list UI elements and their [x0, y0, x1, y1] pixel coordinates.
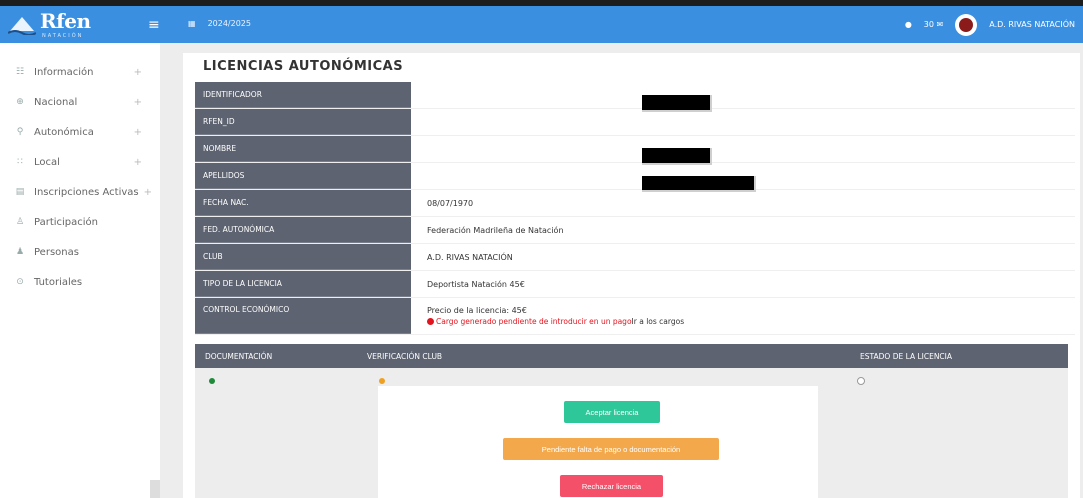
table-row: IDENTIFICADOR	[195, 82, 1075, 112]
fed-autonomica-value: Federación Madrileña de Natación	[427, 225, 564, 235]
brand[interactable]: Rfen NATACIÓN	[0, 6, 155, 43]
brand-subtitle: NATACIÓN	[42, 33, 84, 39]
rfen-id-value	[411, 109, 1075, 135]
row-label: CONTROL ECONÓMICO	[195, 298, 411, 334]
season-selector[interactable]: ▦ 2024/2025	[188, 19, 251, 28]
table-row: NOMBRE	[195, 136, 1075, 165]
apellidos-value	[411, 163, 1075, 192]
row-label: CLUB	[195, 244, 411, 270]
reject-license-button[interactable]: Rechazar licencia	[560, 475, 663, 497]
row-label: TIPO DE LA LICENCIA	[195, 271, 411, 297]
sidebar-item-label: Información	[34, 66, 94, 78]
row-label: APELLIDOS	[195, 163, 411, 189]
price-text: Precio de la licencia: 45€	[427, 306, 527, 315]
pin-icon: ∷	[17, 157, 23, 167]
fecha-nac-value: 08/07/1970	[427, 198, 474, 208]
sidebar-item-label: Nacional	[34, 96, 78, 108]
sidebar-item-label: Personas	[34, 246, 79, 258]
brand-name: Rfen	[40, 9, 91, 33]
top-navbar: Rfen NATACIÓN ≡ ▦ 2024/2025 ● 30 ✉ A.D. …	[0, 6, 1083, 43]
sidebar-item-participacion[interactable]: ♙ Participación	[0, 207, 160, 237]
charge-warning: Cargo generado pendiente de introducir e…	[427, 316, 684, 327]
calendar-icon: ▦	[188, 19, 196, 28]
pending-payment-button[interactable]: Pendiente falta de pago o documentación	[503, 438, 719, 460]
sidebar-item-label: Autonómica	[34, 126, 94, 138]
tipo-licencia-value: Deportista Natación 45€	[427, 279, 525, 289]
license-info-table: IDENTIFICADOR RFEN_ID NOMBRE APELLIDOS F…	[195, 82, 1075, 335]
user-name[interactable]: A.D. RIVAS NATACIÓN	[989, 20, 1075, 29]
expand-icon[interactable]: +	[134, 157, 142, 168]
bell-icon[interactable]: ●	[905, 20, 912, 29]
sidebar-item-autonomica[interactable]: ⚲ Autonómica +	[0, 117, 160, 147]
license-status-radio[interactable]	[857, 377, 865, 385]
club-verification-status-dot	[379, 378, 385, 384]
sidebar-item-label: Participación	[34, 216, 99, 228]
globe-icon: ⊕	[16, 97, 24, 107]
club-actions-panel: Aceptar licencia Pendiente falta de pago…	[378, 386, 818, 498]
warning-text: Cargo generado pendiente de introducir e…	[436, 317, 632, 326]
expand-icon[interactable]: +	[134, 97, 142, 108]
table-row: CLUB A.D. RIVAS NATACIÓN	[195, 244, 1075, 271]
table-row: APELLIDOS	[195, 163, 1075, 192]
expand-icon[interactable]: +	[134, 67, 142, 78]
sidebar: ☷ Información + ⊕ Nacional + ⚲ Autonómic…	[0, 43, 161, 498]
info-icon: ☷	[15, 67, 25, 77]
sidebar-item-informacion[interactable]: ☷ Información +	[0, 57, 160, 87]
menu-toggle-icon[interactable]: ≡	[148, 18, 160, 32]
row-label: NOMBRE	[195, 136, 411, 162]
go-to-charges-link[interactable]: Ir a los cargos	[632, 316, 685, 327]
nombre-value	[411, 136, 1075, 165]
warning-dot-icon	[427, 318, 434, 325]
sidebar-item-local[interactable]: ∷ Local +	[0, 147, 160, 177]
sidebar-item-label: Inscripciones Activas	[34, 186, 139, 198]
identificador-value	[411, 82, 1075, 112]
expand-icon[interactable]: +	[144, 187, 152, 198]
sidebar-item-tutoriales[interactable]: ⊙ Tutoriales	[0, 267, 160, 297]
row-label: FECHA NAC.	[195, 190, 411, 216]
row-label: IDENTIFICADOR	[195, 82, 411, 108]
sidebar-item-inscripciones-activas[interactable]: ▤ Inscripciones Activas +	[0, 177, 160, 207]
verificacion-club-header: VERIFICACIÓN CLUB	[367, 351, 443, 361]
control-economico-value: Precio de la licencia: 45€ Cargo generad…	[411, 298, 1075, 334]
table-row: RFEN_ID	[195, 109, 1075, 136]
sidebar-item-nacional[interactable]: ⊕ Nacional +	[0, 87, 160, 117]
row-label: RFEN_ID	[195, 109, 411, 135]
table-row: FECHA NAC. 08/07/1970	[195, 190, 1075, 217]
notification-count[interactable]: 30 ✉	[924, 20, 943, 29]
clipboard-icon: ▤	[15, 187, 25, 197]
season-label: 2024/2025	[207, 19, 251, 28]
accept-license-button[interactable]: Aceptar licencia	[564, 401, 660, 423]
map-icon: ⚲	[16, 127, 24, 137]
documentation-status-dot	[209, 378, 215, 384]
book-icon: ⊙	[16, 277, 24, 287]
sidebar-item-label: Local	[34, 156, 60, 168]
sidebar-scrollbar[interactable]	[150, 480, 160, 498]
documentation-header: DOCUMENTACIÓN VERIFICACIÓN CLUB ESTADO D…	[195, 344, 1068, 368]
table-row: FED. AUTONÓMICA Federación Madrileña de …	[195, 217, 1075, 244]
sidebar-item-personas[interactable]: ♟ Personas	[0, 237, 160, 267]
nav-right: ● 30 ✉ A.D. RIVAS NATACIÓN	[905, 6, 1075, 43]
table-row: TIPO DE LA LICENCIA Deportista Natación …	[195, 271, 1075, 298]
documentacion-header: DOCUMENTACIÓN	[205, 351, 273, 361]
club-avatar[interactable]	[955, 13, 978, 36]
expand-icon[interactable]: +	[134, 127, 142, 138]
club-value: A.D. RIVAS NATACIÓN	[427, 252, 513, 262]
estado-licencia-header: ESTADO DE LA LICENCIA	[860, 351, 953, 361]
rfen-logo-icon	[8, 17, 36, 35]
person-icon: ♙	[15, 217, 25, 227]
people-icon: ♟	[15, 247, 25, 257]
page-title: LICENCIAS AUTONÓMICAS	[203, 59, 404, 74]
sidebar-item-label: Tutoriales	[34, 276, 83, 288]
row-label: FED. AUTONÓMICA	[195, 217, 411, 243]
table-row: CONTROL ECONÓMICO Precio de la licencia:…	[195, 298, 1075, 335]
